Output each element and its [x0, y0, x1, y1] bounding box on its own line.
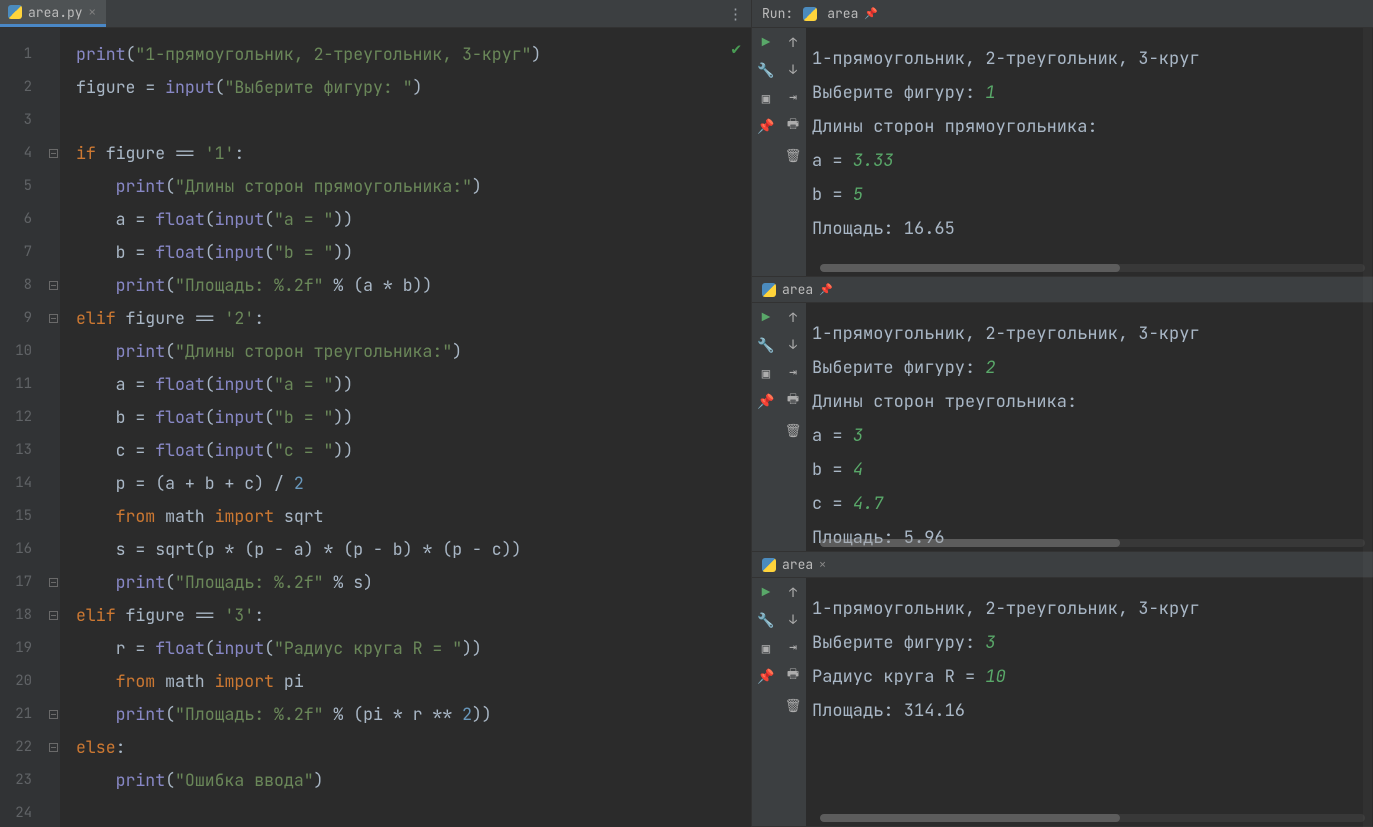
fold-gutter — [46, 28, 60, 827]
soft-wrap-button[interactable]: ⇥ — [789, 363, 797, 380]
line-number: 14 — [0, 467, 32, 500]
run-panel: ▶ 🔧 ▣ 📌 ↑ ↓ ⇥ 🖶 🗑1-прямоугольник, 2-треугольник,… — [752, 578, 1373, 827]
line-number: 11 — [0, 368, 32, 401]
print-button[interactable]: 🖶 — [787, 665, 799, 687]
scroll-up-button[interactable]: ↑ — [789, 584, 797, 601]
tab-area-py[interactable]: area.py ✕ — [0, 0, 106, 27]
layout-button[interactable]: ▣ — [762, 90, 770, 108]
scroll-down-button[interactable]: ↓ — [789, 611, 797, 628]
run-tab-header[interactable]: area ✕ — [752, 552, 1373, 578]
line-number: 10 — [0, 335, 32, 368]
editor-pane: area.py ✕ ⋮ 1234567891011121314151617181… — [0, 0, 752, 827]
fold-toggle-icon[interactable] — [49, 281, 58, 290]
soft-wrap-button[interactable]: ⇥ — [789, 88, 797, 105]
layout-button[interactable]: ▣ — [762, 640, 770, 658]
line-number: 8 — [0, 269, 32, 302]
clear-button[interactable]: 🗑 — [785, 697, 802, 714]
scroll-up-button[interactable]: ↑ — [789, 34, 797, 51]
soft-wrap-button[interactable]: ⇥ — [789, 638, 797, 655]
line-number: 21 — [0, 698, 32, 731]
fold-toggle-icon[interactable] — [49, 578, 58, 587]
run-label: Run: — [762, 5, 793, 22]
python-run-icon — [803, 7, 817, 21]
horizontal-scrollbar[interactable] — [820, 264, 1365, 272]
line-number: 23 — [0, 764, 32, 797]
fold-toggle-icon[interactable] — [49, 743, 58, 752]
scroll-up-button[interactable]: ↑ — [789, 309, 797, 326]
line-number: 17 — [0, 566, 32, 599]
line-number: 4 — [0, 137, 32, 170]
settings-button[interactable]: 🔧 — [757, 612, 774, 630]
pin-icon[interactable]: ✕ — [819, 558, 826, 572]
line-number: 5 — [0, 170, 32, 203]
line-number-gutter: 123456789101112131415161718192021222324 — [0, 28, 46, 827]
print-button[interactable]: 🖶 — [787, 115, 799, 137]
python-file-icon — [8, 5, 22, 19]
line-number: 20 — [0, 665, 32, 698]
inspection-ok-icon: ✔ — [731, 38, 741, 59]
close-tab-icon[interactable]: ✕ — [89, 4, 96, 20]
horizontal-scrollbar[interactable] — [820, 539, 1365, 547]
line-number: 9 — [0, 302, 32, 335]
clear-button[interactable]: 🗑 — [785, 422, 802, 439]
console-output[interactable]: 1-прямоугольник, 2-треугольник, 3-круг В… — [806, 303, 1373, 551]
editor-body[interactable]: 123456789101112131415161718192021222324 … — [0, 28, 751, 827]
clear-button[interactable]: 🗑 — [785, 147, 802, 164]
editor-tabbar: area.py ✕ ⋮ — [0, 0, 751, 28]
run-header: Run: area 📌 — [752, 0, 1373, 28]
line-number: 13 — [0, 434, 32, 467]
tab-label: area.py — [28, 4, 83, 21]
settings-button[interactable]: 🔧 — [757, 62, 774, 80]
run-tab-label: area — [782, 556, 813, 573]
python-run-icon — [762, 283, 776, 297]
horizontal-scrollbar[interactable] — [820, 814, 1365, 822]
fold-toggle-icon[interactable] — [49, 314, 58, 323]
line-number: 18 — [0, 599, 32, 632]
pin-icon[interactable]: 📌 — [864, 7, 878, 21]
vertical-scrollbar[interactable] — [1363, 28, 1372, 827]
pin-button[interactable]: 📌 — [757, 118, 774, 136]
fold-toggle-icon[interactable] — [49, 611, 58, 620]
console-output[interactable]: 1-прямоугольник, 2-треугольник, 3-круг В… — [806, 578, 1373, 826]
print-button[interactable]: 🖶 — [787, 390, 799, 412]
line-number: 7 — [0, 236, 32, 269]
pin-button[interactable]: 📌 — [757, 393, 774, 411]
run-panel: ▶ 🔧 ▣ 📌 ↑ ↓ ⇥ 🖶 🗑1-прямоугольник, 2-треугольник,… — [752, 303, 1373, 552]
line-number: 22 — [0, 731, 32, 764]
python-run-icon — [762, 558, 776, 572]
line-number: 16 — [0, 533, 32, 566]
line-number: 24 — [0, 797, 32, 827]
line-number: 2 — [0, 71, 32, 104]
fold-toggle-icon[interactable] — [49, 710, 58, 719]
line-number: 12 — [0, 401, 32, 434]
rerun-button[interactable]: ▶ — [762, 34, 770, 52]
scroll-down-button[interactable]: ↓ — [789, 336, 797, 353]
pin-icon[interactable]: 📌 — [819, 283, 833, 297]
line-number: 1 — [0, 38, 32, 71]
pin-button[interactable]: 📌 — [757, 668, 774, 686]
line-number: 15 — [0, 500, 32, 533]
console-output[interactable]: 1-прямоугольник, 2-треугольник, 3-круг В… — [806, 28, 1373, 276]
run-tool-window: Run: area 📌 ▶🔧▣📌↑↓⇥🖶🗑1-прямоугольник, 2-… — [752, 0, 1373, 827]
run-config-name[interactable]: area — [827, 5, 858, 22]
run-tab-header[interactable]: area 📌 — [752, 277, 1373, 303]
run-panel: ▶ 🔧 ▣ 📌 ↑ ↓ ⇥ 🖶 🗑1-прямоугольник, 2-треугольник,… — [752, 28, 1373, 277]
fold-toggle-icon[interactable] — [49, 149, 58, 158]
scroll-down-button[interactable]: ↓ — [789, 61, 797, 78]
rerun-button[interactable]: ▶ — [762, 309, 770, 327]
line-number: 6 — [0, 203, 32, 236]
line-number: 3 — [0, 104, 32, 137]
settings-button[interactable]: 🔧 — [757, 337, 774, 355]
layout-button[interactable]: ▣ — [762, 365, 770, 383]
line-number: 19 — [0, 632, 32, 665]
tab-overflow-icon[interactable]: ⋮ — [728, 0, 743, 27]
rerun-button[interactable]: ▶ — [762, 584, 770, 602]
run-panels: ▶🔧▣📌↑↓⇥🖶🗑1-прямоугольник, 2-треугольник,… — [752, 28, 1373, 827]
run-tab-label: area — [782, 281, 813, 298]
code-area[interactable]: print("1-прямоугольник, 2-треугольник, 3… — [60, 28, 751, 827]
